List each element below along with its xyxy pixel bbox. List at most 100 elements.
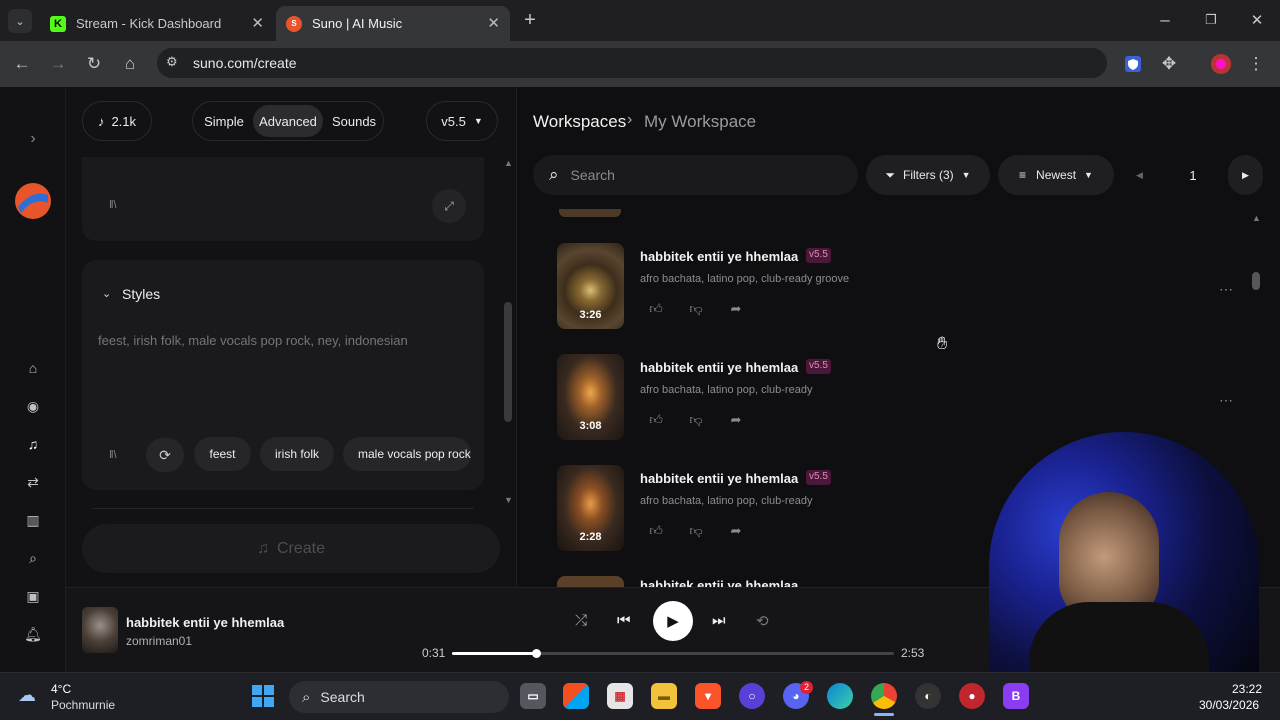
window-close-icon[interactable]: ✕	[1246, 9, 1268, 31]
hooks-icon[interactable]: ▣	[23, 586, 43, 606]
notifications-bell-icon[interactable]: 🔔︎	[23, 624, 43, 644]
sort-dropdown[interactable]: ≡ Newest ▼	[998, 155, 1114, 195]
style-chip[interactable]: male vocals pop rock	[343, 437, 471, 471]
song-title[interactable]: habbitek entii ye hhemlaa	[640, 578, 798, 587]
chrome-browser-icon[interactable]	[871, 683, 897, 709]
progress-handle[interactable]	[531, 649, 541, 658]
library-icon[interactable]: ǁ\	[109, 199, 117, 211]
clock-time[interactable]: 23:22	[1232, 682, 1262, 696]
search-icon[interactable]: ⌕	[23, 548, 43, 568]
progress-track[interactable]	[452, 649, 894, 658]
scrollbar-thumb[interactable]	[504, 302, 512, 422]
forward-icon[interactable]: →	[47, 53, 69, 75]
dislike-icon[interactable]: 👎︎	[685, 412, 707, 432]
song-thumbnail[interactable]: 3:26	[557, 243, 624, 329]
tab-kick-dashboard[interactable]: K Stream - Kick Dashboard ✕	[40, 6, 274, 41]
new-tab-icon[interactable]: +	[519, 9, 541, 31]
tab-suno[interactable]: S Suno | AI Music ✕	[276, 6, 510, 41]
close-tab-icon[interactable]: ✕	[251, 14, 264, 32]
now-playing-title[interactable]: habbitek entii ye hhemlaa	[126, 615, 284, 630]
obs-icon[interactable]: ◐	[915, 683, 941, 709]
expand-icon[interactable]: ⤢	[432, 189, 466, 223]
song-title[interactable]: habbitek entii ye hhemlaa	[640, 360, 798, 375]
site-info-icon[interactable]: ⚙	[166, 54, 178, 70]
home-icon[interactable]: ⌂	[119, 53, 141, 75]
back-icon[interactable]: ←	[11, 53, 33, 75]
share-icon[interactable]: ➦	[725, 301, 747, 321]
styles-input[interactable]: feest, irish folk, male vocals pop rock,…	[98, 333, 468, 348]
shuffle-styles-icon[interactable]: ⟳	[146, 438, 184, 472]
search-input[interactable]: ⌕ Search	[533, 155, 858, 195]
previous-track-icon[interactable]: ⏮︎	[617, 612, 631, 629]
share-icon[interactable]: ➦	[725, 523, 747, 543]
song-thumbnail[interactable]	[559, 209, 621, 217]
extensions-puzzle-icon[interactable]: ✥	[1158, 53, 1180, 75]
suno-logo[interactable]	[15, 183, 51, 219]
more-options-icon[interactable]: ⋯	[1219, 281, 1233, 298]
song-thumbnail[interactable]: 2:28	[557, 465, 624, 551]
app-red-icon[interactable]: ●	[959, 683, 985, 709]
address-bar[interactable]: ⚙ suno.com/create	[157, 48, 1107, 78]
like-icon[interactable]: 👍︎	[645, 523, 667, 543]
scrollbar-thumb[interactable]	[1252, 272, 1260, 290]
explore-compass-icon[interactable]: ◉	[23, 396, 43, 416]
library-icon[interactable]: ▥	[23, 510, 43, 530]
home-icon[interactable]: ⌂	[23, 358, 43, 378]
style-chip[interactable]: irish folk	[260, 437, 334, 471]
edge-browser-icon[interactable]	[827, 683, 853, 709]
more-options-icon[interactable]: ⋯	[1219, 392, 1233, 409]
page-number[interactable]: 1	[1172, 155, 1214, 195]
like-icon[interactable]: 👍︎	[645, 412, 667, 432]
weather-description[interactable]: Pochmurnie	[51, 698, 115, 712]
library-icon[interactable]: ǁ\	[109, 449, 117, 461]
create-button[interactable]: ♫ Create	[82, 524, 500, 573]
next-page-icon[interactable]: ▶	[1228, 155, 1263, 195]
clock-date[interactable]: 30/03/2026	[1199, 698, 1259, 712]
like-icon[interactable]: 👍︎	[645, 301, 667, 321]
app-purple-b-icon[interactable]: B	[1003, 683, 1029, 709]
chevron-down-icon[interactable]: ⌄	[102, 287, 111, 300]
expand-chevron-icon[interactable]: ›	[23, 129, 43, 149]
credits-counter[interactable]: ♪ 2.1k	[82, 101, 152, 141]
restore-icon[interactable]: ❐	[1200, 9, 1222, 31]
song-thumbnail[interactable]: 3:08	[557, 354, 624, 440]
reload-icon[interactable]: ↻	[83, 53, 105, 75]
chrome-menu-icon[interactable]: ⋮	[1245, 53, 1267, 75]
brave-browser-icon[interactable]: ▾	[695, 683, 721, 709]
scroll-down-arrow-icon[interactable]: ▼	[504, 495, 513, 505]
shuffle-icon[interactable]: ⤮	[575, 612, 587, 629]
play-button[interactable]: ▶	[653, 601, 693, 641]
song-row[interactable]: 3:08 habbitek entii ye hhemlaa v5.5 afro…	[557, 354, 1257, 444]
close-tab-icon[interactable]: ✕	[487, 14, 500, 32]
profile-avatar-icon[interactable]	[1210, 53, 1232, 75]
weather-cloud-icon[interactable]: ☁	[18, 685, 36, 706]
song-title[interactable]: habbitek entii ye hhemlaa	[640, 249, 798, 264]
style-chip[interactable]: feest	[194, 437, 251, 471]
create-music-icon[interactable]: ♫	[23, 434, 43, 454]
minimize-icon[interactable]: –	[1154, 9, 1176, 31]
mode-sounds-tab[interactable]: Sounds	[326, 105, 382, 137]
dislike-icon[interactable]: 👎︎	[685, 301, 707, 321]
temperature[interactable]: 4°C	[51, 682, 71, 696]
file-explorer-icon[interactable]: ▬	[651, 683, 677, 709]
scroll-up-arrow-icon[interactable]: ▲	[1252, 213, 1261, 223]
now-playing-artist[interactable]: zomriman01	[126, 634, 192, 648]
dislike-icon[interactable]: 👎︎	[685, 523, 707, 543]
prev-page-icon[interactable]: ◀	[1123, 155, 1156, 195]
tab-search-icon[interactable]: ⌄	[8, 9, 32, 33]
scroll-up-arrow-icon[interactable]: ▲	[504, 158, 513, 168]
task-view-icon[interactable]: ▭	[520, 683, 546, 709]
song-thumbnail[interactable]	[557, 576, 624, 587]
taskbar-search[interactable]: ⌕ Search	[289, 681, 509, 713]
app-circle-icon[interactable]: ○	[739, 683, 765, 709]
song-title[interactable]: habbitek entii ye hhemlaa	[640, 471, 798, 486]
filters-button[interactable]: ⏷ Filters (3) ▼	[866, 155, 990, 195]
windows-start-icon[interactable]	[250, 683, 276, 709]
studio-icon[interactable]: ⇄	[23, 472, 43, 492]
song-row[interactable]: 3:26 habbitek entii ye hhemlaa v5.5 afro…	[557, 243, 1257, 333]
mode-simple-tab[interactable]: Simple	[198, 105, 250, 137]
mode-advanced-tab[interactable]: Advanced	[253, 105, 323, 137]
share-icon[interactable]: ➦	[725, 412, 747, 432]
next-track-icon[interactable]: ⏭︎	[712, 612, 726, 629]
now-playing-thumbnail[interactable]	[82, 607, 118, 653]
